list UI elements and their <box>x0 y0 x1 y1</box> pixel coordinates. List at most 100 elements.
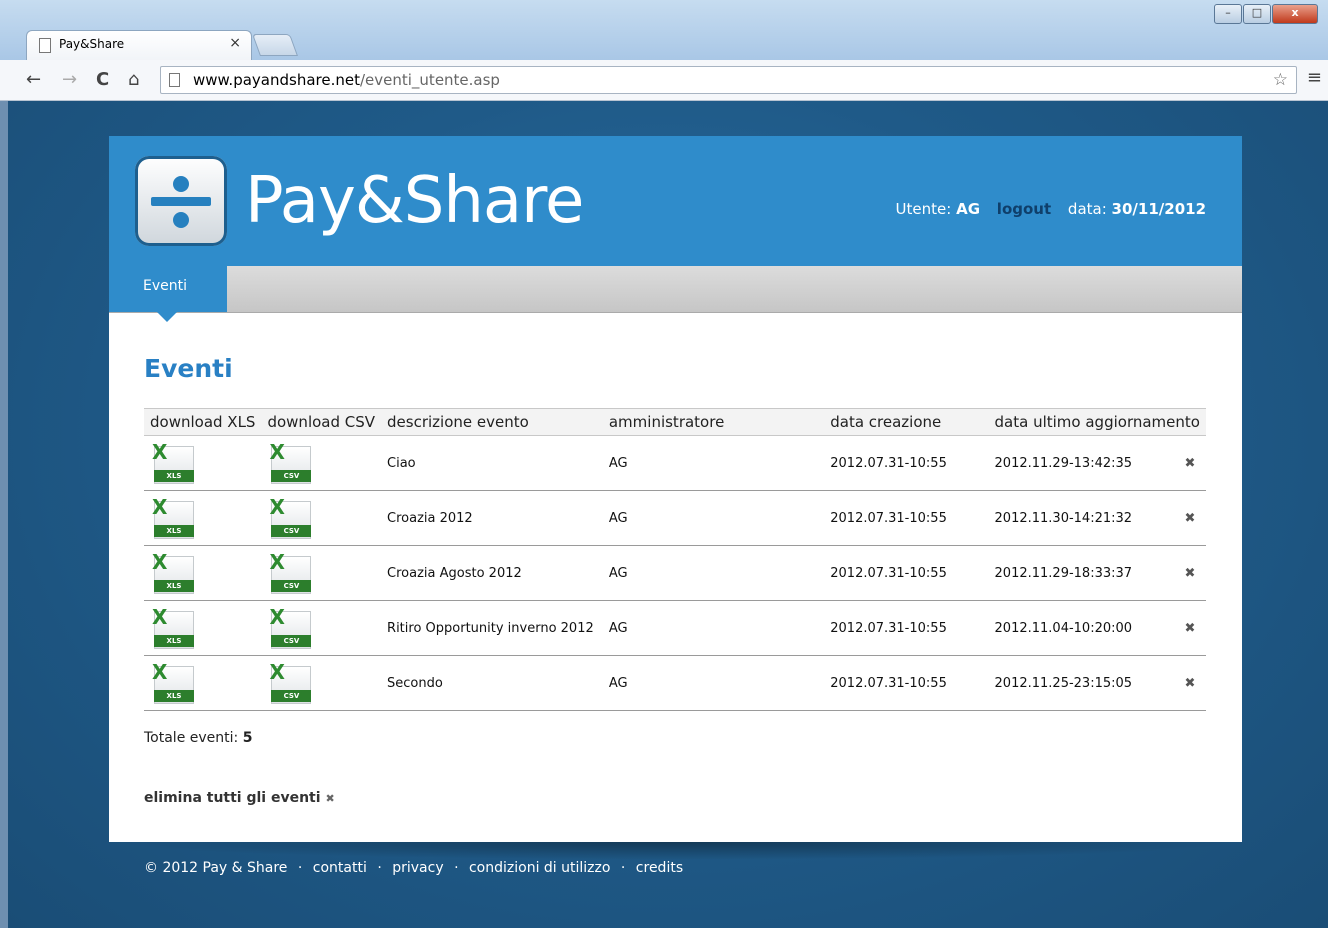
maximize-button[interactable]: □ <box>1243 4 1271 24</box>
xls-file-icon[interactable]: X XLS <box>150 440 194 484</box>
csv-file-icon[interactable]: X CSV <box>267 495 312 539</box>
table-row: X XLS X CSV Ciao AG 2012.07.31-10:55 2012.1… <box>144 435 1206 491</box>
event-description[interactable]: Ritiro Opportunity inverno 2012 <box>381 600 603 656</box>
date-value: 30/11/2012 <box>1111 200 1206 218</box>
column-header: descrizione evento <box>381 408 603 436</box>
page-icon <box>39 38 51 53</box>
site-footer: © 2012 Pay & Share · contatti · privacy … <box>144 860 683 876</box>
url-path: /eventi_utente.asp <box>359 71 500 89</box>
event-description[interactable]: Secondo <box>381 655 603 711</box>
download-csv-cell: X CSV <box>261 655 382 711</box>
column-header: data creazione <box>824 408 989 436</box>
minimize-button[interactable]: – <box>1214 4 1242 24</box>
bookmark-star-icon[interactable]: ☆ <box>1273 70 1288 90</box>
close-window-button[interactable]: x <box>1272 4 1318 24</box>
xls-file-icon[interactable]: X XLS <box>150 605 194 649</box>
event-created: 2012.07.31-10:55 <box>824 600 989 656</box>
event-created: 2012.07.31-10:55 <box>824 655 989 711</box>
file-type-label: XLS <box>154 690 194 702</box>
table-row: X XLS X CSV Croazia 2012 AG 2012.07.31-10:… <box>144 490 1206 546</box>
excel-x-glyph: X <box>269 495 285 519</box>
delete-event-icon[interactable]: ✖ <box>1173 655 1206 711</box>
tab-close-icon[interactable]: × <box>229 35 241 51</box>
delete-event-icon[interactable]: ✖ <box>1173 600 1206 656</box>
csv-file-icon[interactable]: X CSV <box>267 605 312 649</box>
totale-eventi: Totale eventi: 5 <box>144 730 252 746</box>
column-header: download XLS <box>144 408 262 436</box>
event-updated: 2012.11.29-13:42:35 <box>988 435 1174 491</box>
file-type-label: CSV <box>271 470 312 482</box>
page-icon <box>169 73 180 87</box>
logo-dot <box>173 176 189 192</box>
events-table: download XLS download CSV descrizione ev… <box>144 408 1206 711</box>
event-admin: AG <box>602 490 825 546</box>
reload-icon[interactable]: C <box>96 69 109 90</box>
footer-separator: · <box>377 860 382 876</box>
event-description[interactable]: Croazia 2012 <box>381 490 603 546</box>
tab-title: Pay&Share <box>59 37 125 51</box>
user-label: Utente: <box>895 200 952 218</box>
footer-link-credits[interactable]: credits <box>636 860 683 876</box>
event-created: 2012.07.31-10:55 <box>824 545 989 601</box>
event-admin: AG <box>602 600 825 656</box>
forward-arrow-icon[interactable]: → <box>62 69 77 90</box>
nav-bar: Eventi <box>109 266 1242 313</box>
excel-x-glyph: X <box>269 440 285 464</box>
excel-x-glyph: X <box>269 660 285 684</box>
event-updated: 2012.11.30-14:21:32 <box>988 490 1174 546</box>
csv-file-icon[interactable]: X CSV <box>267 550 312 594</box>
logout-link[interactable]: logout <box>997 200 1051 218</box>
csv-file-icon[interactable]: X CSV <box>267 660 312 704</box>
new-tab-button[interactable] <box>251 34 299 56</box>
address-bar[interactable]: www.payandshare.net/eventi_utente.asp ☆ <box>160 66 1297 94</box>
excel-x-glyph: X <box>152 440 168 464</box>
url-domain: www.payandshare.net <box>193 71 360 89</box>
xls-file-icon[interactable]: X XLS <box>150 495 194 539</box>
file-type-label: CSV <box>271 525 312 537</box>
event-updated: 2012.11.04-10:20:00 <box>988 600 1174 656</box>
menu-icon[interactable]: ≡ <box>1307 67 1322 88</box>
home-icon[interactable]: ⌂ <box>128 69 139 90</box>
event-description[interactable]: Croazia Agosto 2012 <box>381 545 603 601</box>
event-admin: AG <box>602 655 825 711</box>
event-admin: AG <box>602 435 825 491</box>
page-title: Eventi <box>144 354 233 383</box>
user-info: Utente: AG logout data: 30/11/2012 <box>896 200 1206 218</box>
table-row: X XLS X CSV Ritiro Opportunity inverno 2… <box>144 600 1206 656</box>
xls-file-icon[interactable]: X XLS <box>150 660 194 704</box>
event-updated: 2012.11.25-23:15:05 <box>988 655 1174 711</box>
column-header: amministratore <box>602 408 825 436</box>
table-header-row: download XLS download CSV descrizione ev… <box>144 408 1206 436</box>
tab-eventi[interactable]: Eventi <box>109 266 227 312</box>
event-admin: AG <box>602 545 825 601</box>
download-xls-cell: X XLS <box>144 490 262 546</box>
browser-tab[interactable]: Pay&Share × <box>26 30 252 61</box>
download-csv-cell: X CSV <box>261 490 382 546</box>
brand-title: Pay&Share <box>245 164 584 238</box>
delete-all-label: elimina tutti gli eventi <box>144 790 321 806</box>
excel-x-glyph: X <box>152 550 168 574</box>
xls-file-icon[interactable]: X XLS <box>150 550 194 594</box>
delete-icon: ✖ <box>325 792 335 805</box>
file-type-label: CSV <box>271 635 312 647</box>
footer-separator: · <box>297 860 303 876</box>
table-row: X XLS X CSV Croazia Agosto 2012 AG 2012.07… <box>144 545 1206 601</box>
event-description[interactable]: Ciao <box>381 435 603 491</box>
footer-link-privacy[interactable]: privacy <box>392 860 443 876</box>
event-created: 2012.07.31-10:55 <box>824 490 989 546</box>
delete-event-icon[interactable]: ✖ <box>1173 545 1206 601</box>
delete-event-icon[interactable]: ✖ <box>1173 435 1206 491</box>
download-xls-cell: X XLS <box>144 545 262 601</box>
delete-event-icon[interactable]: ✖ <box>1173 490 1206 546</box>
file-type-label: CSV <box>271 580 312 592</box>
csv-file-icon[interactable]: X CSV <box>267 440 312 484</box>
footer-link-contatti[interactable]: contatti <box>313 860 367 876</box>
active-tab-arrow <box>157 312 177 322</box>
url-text: www.payandshare.net/eventi_utente.asp <box>193 71 500 89</box>
footer-link-condizioni[interactable]: condizioni di utilizzo <box>469 860 610 876</box>
totale-value: 5 <box>242 730 253 746</box>
excel-x-glyph: X <box>152 605 168 629</box>
tab-label: Eventi <box>143 278 187 294</box>
delete-all-link[interactable]: elimina tutti gli eventi ✖ <box>144 790 335 806</box>
back-arrow-icon[interactable]: ← <box>26 69 41 90</box>
